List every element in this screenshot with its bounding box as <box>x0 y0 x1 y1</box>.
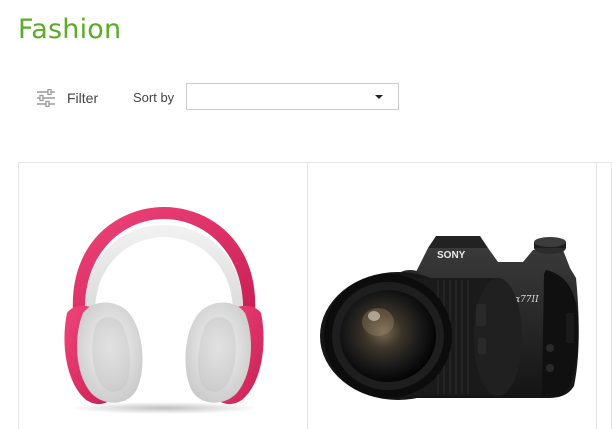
product-card-headphones[interactable] <box>18 163 307 429</box>
sort-by-select[interactable] <box>186 83 399 110</box>
page-title: Fashion <box>18 14 122 45</box>
filter-label: Filter <box>67 90 99 106</box>
product-card-camera[interactable]: SONY α77II <box>307 163 597 429</box>
headphones-image[interactable] <box>59 201 269 421</box>
camera-image[interactable]: SONY α77II <box>318 218 583 403</box>
product-grid: SONY α77II <box>18 162 612 429</box>
toolbar: Filter Sort by <box>0 80 612 116</box>
camera-model-text: α77II <box>514 295 539 305</box>
camera-brand-text: SONY <box>437 250 466 261</box>
sort-by-label: Sort by <box>133 90 175 105</box>
page: Fashion Filter Sort by SONY α77II <box>0 0 612 429</box>
filter-button[interactable]: Filter <box>36 84 98 112</box>
product-card-partial <box>597 163 612 429</box>
sliders-icon <box>36 88 56 108</box>
chevron-down-icon <box>375 95 383 99</box>
